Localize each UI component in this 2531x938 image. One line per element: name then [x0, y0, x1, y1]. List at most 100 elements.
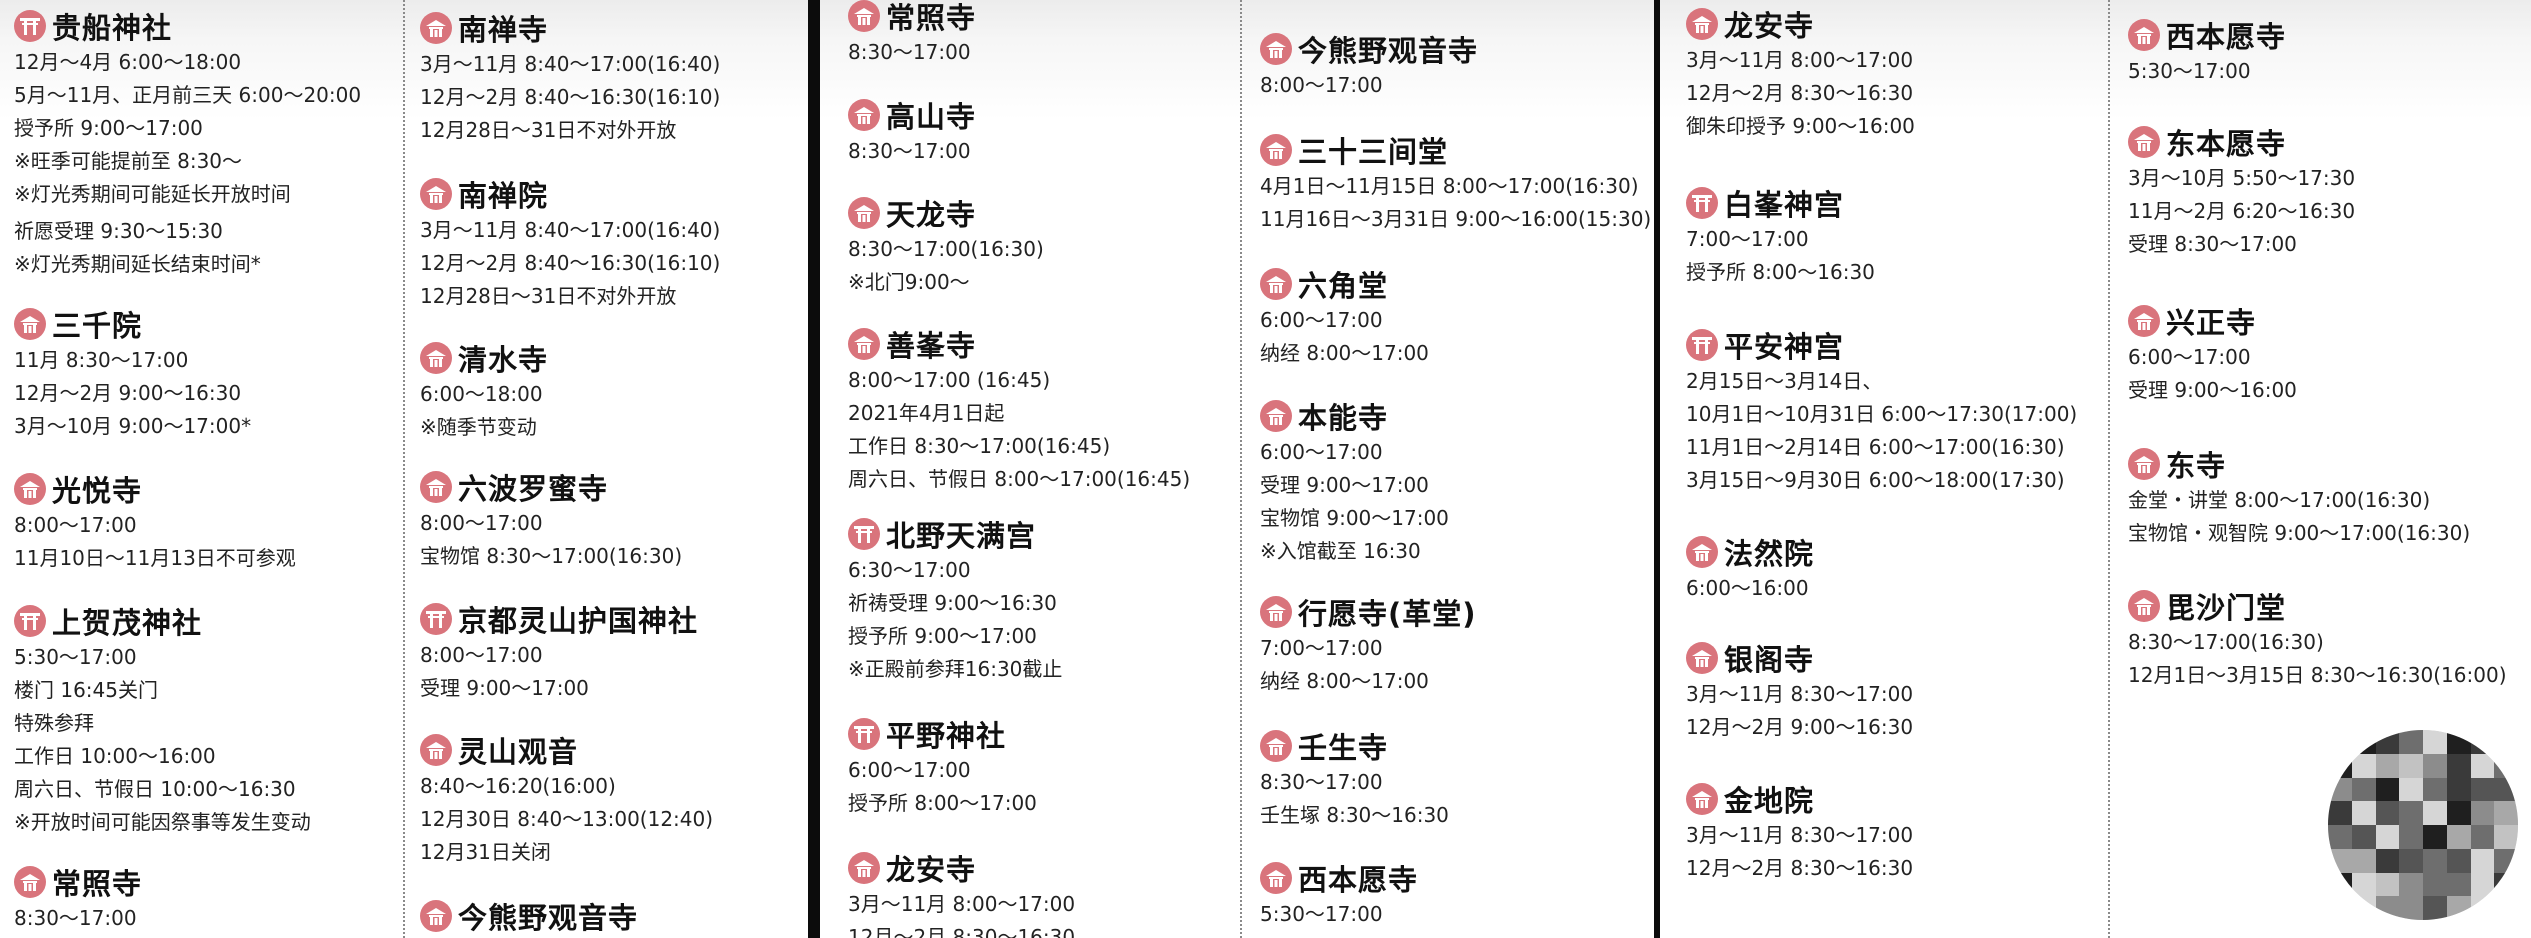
site-name: 清水寺: [458, 343, 549, 377]
temple-icon: [1686, 642, 1718, 674]
qr-cell: [2351, 753, 2376, 778]
qr-cell: [2446, 730, 2471, 754]
site-entry: 今熊野观音寺: [420, 896, 638, 936]
site-entry: 高山寺 8:30〜17:00: [848, 95, 976, 168]
hours-line: 5:30〜17:00: [2128, 59, 2251, 83]
hours-line: 8:00〜17:00: [1260, 73, 1383, 97]
hours-line: 5月〜11月、正月前三天 6:00〜20:00: [14, 83, 362, 107]
site-name: 毘沙门堂: [2166, 591, 2287, 625]
hours-line: 12月〜2月 9:00〜16:30: [14, 381, 242, 405]
qr-cell: [2494, 730, 2518, 754]
note-line: ※旺季可能提前至 8:30〜: [14, 149, 243, 173]
site-name: 南禅院: [458, 179, 549, 213]
qr-cell: [2375, 777, 2400, 802]
hours-line: 特殊参拜: [14, 711, 94, 735]
site-name: 白峯神宫: [1724, 188, 1845, 222]
site-entry: 六角堂 6:00〜17:00 纳经 8:00〜17:00: [1260, 264, 1429, 370]
hours-line: 8:30〜17:00(16:30): [848, 237, 1044, 261]
temple-icon: [420, 734, 452, 766]
temple-icon: [2128, 448, 2160, 480]
site-entry: 毘沙门堂 8:30〜17:00(16:30) 12月1日〜3月15日 8:30〜…: [2128, 586, 2507, 692]
site-entry: 银阁寺 3月〜11月 8:30〜17:00 12月〜2月 9:00〜16:30: [1686, 638, 1913, 744]
hours-line: 12月〜2月 8:30〜16:30: [1686, 81, 1914, 105]
temple-icon: [420, 342, 452, 374]
torii-icon: [848, 718, 880, 750]
site-name: 东本愿寺: [2166, 127, 2287, 161]
hours-line: 祈愿受理 9:30〜15:30: [14, 219, 223, 243]
note-line: 12月31日关闭: [420, 840, 551, 864]
qr-cell: [2399, 848, 2424, 873]
hours-line: 4月1日〜11月15日 8:00〜17:00(16:30): [1260, 174, 1639, 198]
torii-icon: [14, 10, 46, 42]
site-name: 平野神社: [886, 719, 1007, 753]
site-entry: 西本愿寺 5:30〜17:00: [2128, 15, 2286, 88]
hours-line: 12月1日〜3月15日 8:30〜16:30(16:00): [2128, 663, 2507, 687]
torii-icon: [420, 603, 452, 635]
temple-icon: [1260, 400, 1292, 432]
qr-cell: [2446, 825, 2471, 849]
temple-icon: [848, 328, 880, 360]
qr-cell: [2351, 848, 2376, 873]
qr-cell: [2446, 777, 2471, 802]
hours-line: 宝物馆・观智院 9:00〜17:00(16:30): [2128, 521, 2471, 545]
hours-line: 金堂・讲堂 8:00〜17:00(16:30): [2128, 488, 2431, 512]
qr-cell: [2399, 777, 2424, 802]
hours-line: 授予所 8:00〜16:30: [1686, 260, 1875, 284]
site-entry: 平安神宫 2月15日〜3月14日、 10月1日〜10月31日 6:00〜17:3…: [1686, 325, 2077, 497]
note-line: ※灯光秀期间延长结束时间*: [14, 252, 261, 276]
hours-line: 2021年4月1日起: [848, 401, 1005, 425]
qr-cell: [2470, 825, 2495, 849]
hours-line: 周六日、节假日 10:00〜16:30: [14, 777, 296, 801]
qr-cell: [2375, 896, 2400, 920]
hours-line: 3月15日〜9月30日 6:00〜18:00(17:30): [1686, 468, 2065, 492]
note-line: ※随季节变动: [420, 415, 537, 439]
qr-cell: [2423, 753, 2447, 778]
temple-icon: [420, 471, 452, 503]
hours-line: 纳经 8:00〜17:00: [1260, 341, 1429, 365]
site-name: 金地院: [1724, 784, 1815, 818]
temple-icon: [1260, 134, 1292, 166]
hours-line: 11月1日〜2月14日 6:00〜17:00(16:30): [1686, 435, 2065, 459]
temple-icon: [1260, 596, 1292, 628]
site-entry: 清水寺 6:00〜18:00 ※随季节变动: [420, 338, 548, 444]
site-name: 银阁寺: [1724, 643, 1815, 677]
site-entry: 常照寺 8:30〜17:00: [848, 0, 976, 69]
qr-cell: [2328, 896, 2352, 920]
qr-cell: [2375, 801, 2400, 826]
site-entry: 白峯神宫 7:00〜17:00 授予所 8:00〜16:30: [1686, 183, 1875, 289]
temple-icon: [1260, 33, 1292, 65]
schedule-panel-1: 贵船神社 12月〜4月 6:00〜18:00 5月〜11月、正月前三天 6:00…: [0, 0, 808, 938]
temple-icon: [1686, 8, 1718, 40]
qr-cell: [2351, 825, 2376, 849]
note-line: ※北门9:00〜: [848, 270, 970, 294]
qr-cell: [2328, 825, 2352, 849]
qr-cell: [2351, 777, 2376, 802]
qr-cell: [2494, 777, 2518, 802]
site-entry: 行愿寺(革堂) 7:00〜17:00 纳经 8:00〜17:00: [1260, 592, 1477, 698]
hours-line: 8:00〜17:00 (16:45): [848, 368, 1051, 392]
hours-line: 6:30〜17:00: [848, 558, 971, 582]
site-name: 常照寺: [886, 1, 977, 35]
hours-line: 受理 8:30〜17:00: [2128, 232, 2297, 256]
hours-line: 6:00〜17:00: [2128, 345, 2251, 369]
site-entry: 法然院 6:00〜16:00: [1686, 532, 1814, 605]
hours-line: 11月16日〜3月31日 9:00〜16:00(15:30): [1260, 207, 1652, 231]
site-entry: 京都灵山护国神社 8:00〜17:00 受理 9:00〜17:00: [420, 599, 698, 705]
site-entry: 常照寺 8:30〜17:00: [14, 862, 142, 935]
site-name: 京都灵山护国神社: [458, 604, 699, 638]
qr-cell: [2494, 825, 2518, 849]
site-name: 六角堂: [1298, 269, 1389, 303]
qr-cell: [2446, 848, 2471, 873]
site-entry: 东本愿寺 3月〜10月 5:50〜17:30 11月〜2月 6:20〜16:30…: [2128, 122, 2355, 261]
qr-cell: [2470, 730, 2495, 754]
site-entry: 六波罗蜜寺 8:00〜17:00 宝物馆 8:30〜17:00(16:30): [420, 467, 682, 573]
hours-line: 6:00〜18:00: [420, 382, 543, 406]
qr-cell: [2494, 872, 2518, 897]
site-name: 常照寺: [52, 867, 143, 901]
qr-cell: [2446, 872, 2471, 897]
site-name: 龙安寺: [1724, 9, 1815, 43]
hours-line: 12月〜2月 8:30〜16:30: [1686, 856, 1914, 880]
hours-line: 6:00〜16:00: [1686, 576, 1809, 600]
hours-line: 12月〜4月 6:00〜18:00: [14, 50, 242, 74]
qr-cell: [2351, 872, 2376, 897]
